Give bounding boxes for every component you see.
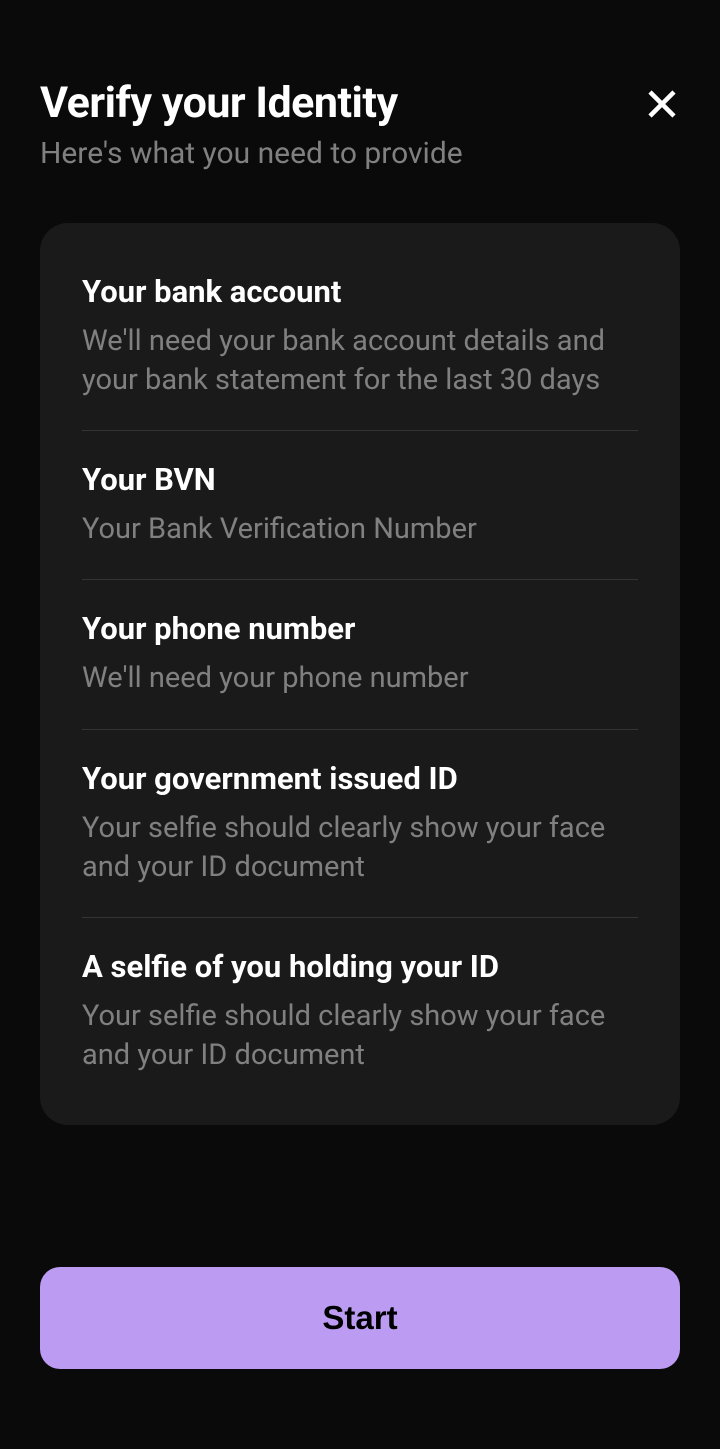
page-subtitle: Here's what you need to provide [40, 136, 680, 171]
requirement-title: A selfie of you holding your ID [82, 948, 638, 985]
requirement-description: We'll need your phone number [82, 659, 638, 698]
start-button[interactable]: Start [40, 1267, 680, 1369]
requirement-item: Your government issued ID Your selfie sh… [82, 760, 638, 918]
requirement-title: Your phone number [82, 610, 638, 647]
requirement-item: Your BVN Your Bank Verification Number [82, 461, 638, 580]
close-icon [644, 86, 680, 122]
requirement-description: Your Bank Verification Number [82, 510, 638, 549]
requirement-title: Your bank account [82, 273, 638, 310]
requirement-description: We'll need your bank account details and… [82, 322, 638, 400]
requirement-item: Your phone number We'll need your phone … [82, 610, 638, 729]
close-button[interactable] [644, 86, 680, 122]
requirement-item: Your bank account We'll need your bank a… [82, 273, 638, 431]
requirement-title: Your government issued ID [82, 760, 638, 797]
requirement-description: Your selfie should clearly show your fac… [82, 997, 638, 1075]
requirement-description: Your selfie should clearly show your fac… [82, 809, 638, 887]
requirement-title: Your BVN [82, 461, 638, 498]
requirements-card: Your bank account We'll need your bank a… [40, 223, 680, 1125]
page-title: Verify your Identity [40, 78, 398, 128]
requirement-item: A selfie of you holding your ID Your sel… [82, 948, 638, 1075]
